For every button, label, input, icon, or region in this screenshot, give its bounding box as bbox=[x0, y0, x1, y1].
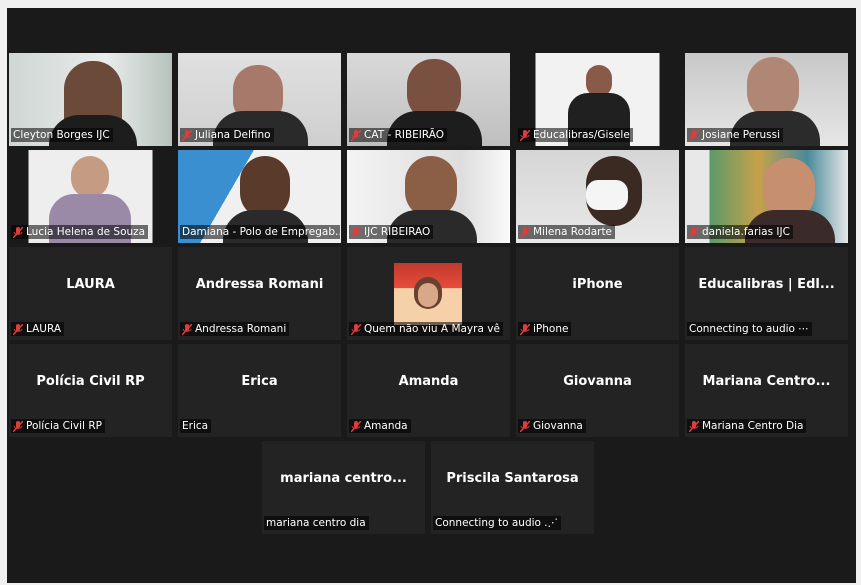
participant-name-label: Connecting to audio .⋰ bbox=[433, 516, 562, 530]
mic-muted-icon bbox=[182, 323, 192, 335]
participant-tile[interactable]: IJC RIBEIRAO bbox=[347, 150, 510, 243]
participant-tile[interactable]: mariana centro... mariana centro dia bbox=[262, 441, 425, 534]
mic-muted-icon bbox=[520, 226, 530, 238]
participant-name-label: Mariana Centro Dia bbox=[687, 419, 807, 433]
participant-name-label: Lucia Helena de Souza bbox=[11, 225, 149, 239]
mic-muted-icon bbox=[520, 420, 530, 432]
mic-muted-icon bbox=[351, 226, 361, 238]
participant-name-label: Quem não viu A Mayra vê bbox=[349, 322, 503, 336]
participant-tile[interactable]: Josiane Perussi bbox=[685, 53, 848, 146]
participant-name-label: Milena Rodarte bbox=[518, 225, 616, 239]
participant-tile[interactable]: Educalibras | Edl... Connecting to audio… bbox=[685, 247, 848, 340]
mic-muted-icon bbox=[689, 226, 699, 238]
participant-tile[interactable]: daniela.farias IJC bbox=[685, 150, 848, 243]
mic-muted-icon bbox=[351, 129, 361, 141]
participant-name-label: iPhone bbox=[518, 322, 572, 336]
mic-muted-icon bbox=[13, 226, 23, 238]
participant-display-name: Educalibras | Edl... bbox=[698, 277, 835, 292]
participant-name-label: Cleyton Borges IJC bbox=[11, 128, 113, 142]
participant-name-label: daniela.farias IJC bbox=[687, 225, 793, 239]
participant-tile[interactable]: Andressa Romani Andressa Romani bbox=[178, 247, 341, 340]
mic-muted-icon bbox=[520, 129, 530, 141]
participant-tile[interactable]: Giovanna Giovanna bbox=[516, 344, 679, 437]
participant-display-name: Giovanna bbox=[563, 374, 632, 389]
participant-tile[interactable]: Quem não viu A Mayra vê bbox=[347, 247, 510, 340]
participant-tile[interactable]: Polícia Civil RP Polícia Civil RP bbox=[9, 344, 172, 437]
participant-tile[interactable]: Damiana - Polo de Empregab... bbox=[178, 150, 341, 243]
participant-name-label: CAT - RIBEIRÃO bbox=[349, 128, 448, 142]
participant-name-label: Amanda bbox=[349, 419, 411, 433]
participant-display-name: iPhone bbox=[572, 277, 623, 292]
mic-muted-icon bbox=[520, 323, 530, 335]
participant-name-label: IJC RIBEIRAO bbox=[349, 225, 434, 239]
mic-muted-icon bbox=[13, 420, 23, 432]
participant-name-label: Erica bbox=[180, 419, 212, 433]
participant-name-label: Andressa Romani bbox=[180, 322, 290, 336]
gallery-view: Cleyton Borges IJC Juliana Delfino CAT -… bbox=[7, 8, 856, 583]
mic-muted-icon bbox=[689, 129, 699, 141]
participant-name-label: Giovanna bbox=[518, 419, 586, 433]
participant-display-name: Erica bbox=[241, 374, 278, 389]
participant-tile[interactable]: Amanda Amanda bbox=[347, 344, 510, 437]
participant-tile[interactable]: Priscila Santarosa Connecting to audio .… bbox=[431, 441, 594, 534]
participant-tile[interactable]: Cleyton Borges IJC bbox=[9, 53, 172, 146]
participant-tile[interactable]: Milena Rodarte bbox=[516, 150, 679, 243]
participant-name-label: mariana centro dia bbox=[264, 516, 369, 530]
participant-name-label: Damiana - Polo de Empregab... bbox=[180, 225, 340, 239]
mic-muted-icon bbox=[689, 420, 699, 432]
participant-tile[interactable]: iPhone iPhone bbox=[516, 247, 679, 340]
participant-name-label: Polícia Civil RP bbox=[11, 419, 105, 433]
participant-display-name: LAURA bbox=[66, 277, 115, 292]
participant-tile[interactable]: Educalibras/Gisele bbox=[516, 53, 679, 146]
participant-tile[interactable]: Lucia Helena de Souza bbox=[9, 150, 172, 243]
participant-name-label: LAURA bbox=[11, 322, 65, 336]
participant-display-name: Amanda bbox=[398, 374, 459, 389]
participant-name-label: Juliana Delfino bbox=[180, 128, 274, 142]
participant-name-label: Educalibras/Gisele bbox=[518, 128, 633, 142]
participant-tile[interactable]: LAURA LAURA bbox=[9, 247, 172, 340]
profile-picture bbox=[394, 263, 462, 325]
participant-name-label: Josiane Perussi bbox=[687, 128, 784, 142]
mic-muted-icon bbox=[351, 323, 361, 335]
participant-tile[interactable]: Juliana Delfino bbox=[178, 53, 341, 146]
mic-muted-icon bbox=[351, 420, 361, 432]
participant-tile[interactable]: CAT - RIBEIRÃO bbox=[347, 53, 510, 146]
participant-name-label: Connecting to audio ⋯ bbox=[687, 322, 812, 336]
mic-muted-icon bbox=[182, 129, 192, 141]
participant-tile[interactable]: Erica Erica bbox=[178, 344, 341, 437]
participant-display-name: Priscila Santarosa bbox=[446, 471, 579, 486]
participant-display-name: Andressa Romani bbox=[195, 277, 324, 292]
mic-muted-icon bbox=[13, 323, 23, 335]
participant-display-name: Mariana Centro... bbox=[702, 374, 831, 389]
participant-tile[interactable]: Mariana Centro... Mariana Centro Dia bbox=[685, 344, 848, 437]
participant-display-name: Polícia Civil RP bbox=[36, 374, 145, 389]
participant-display-name: mariana centro... bbox=[280, 471, 407, 486]
